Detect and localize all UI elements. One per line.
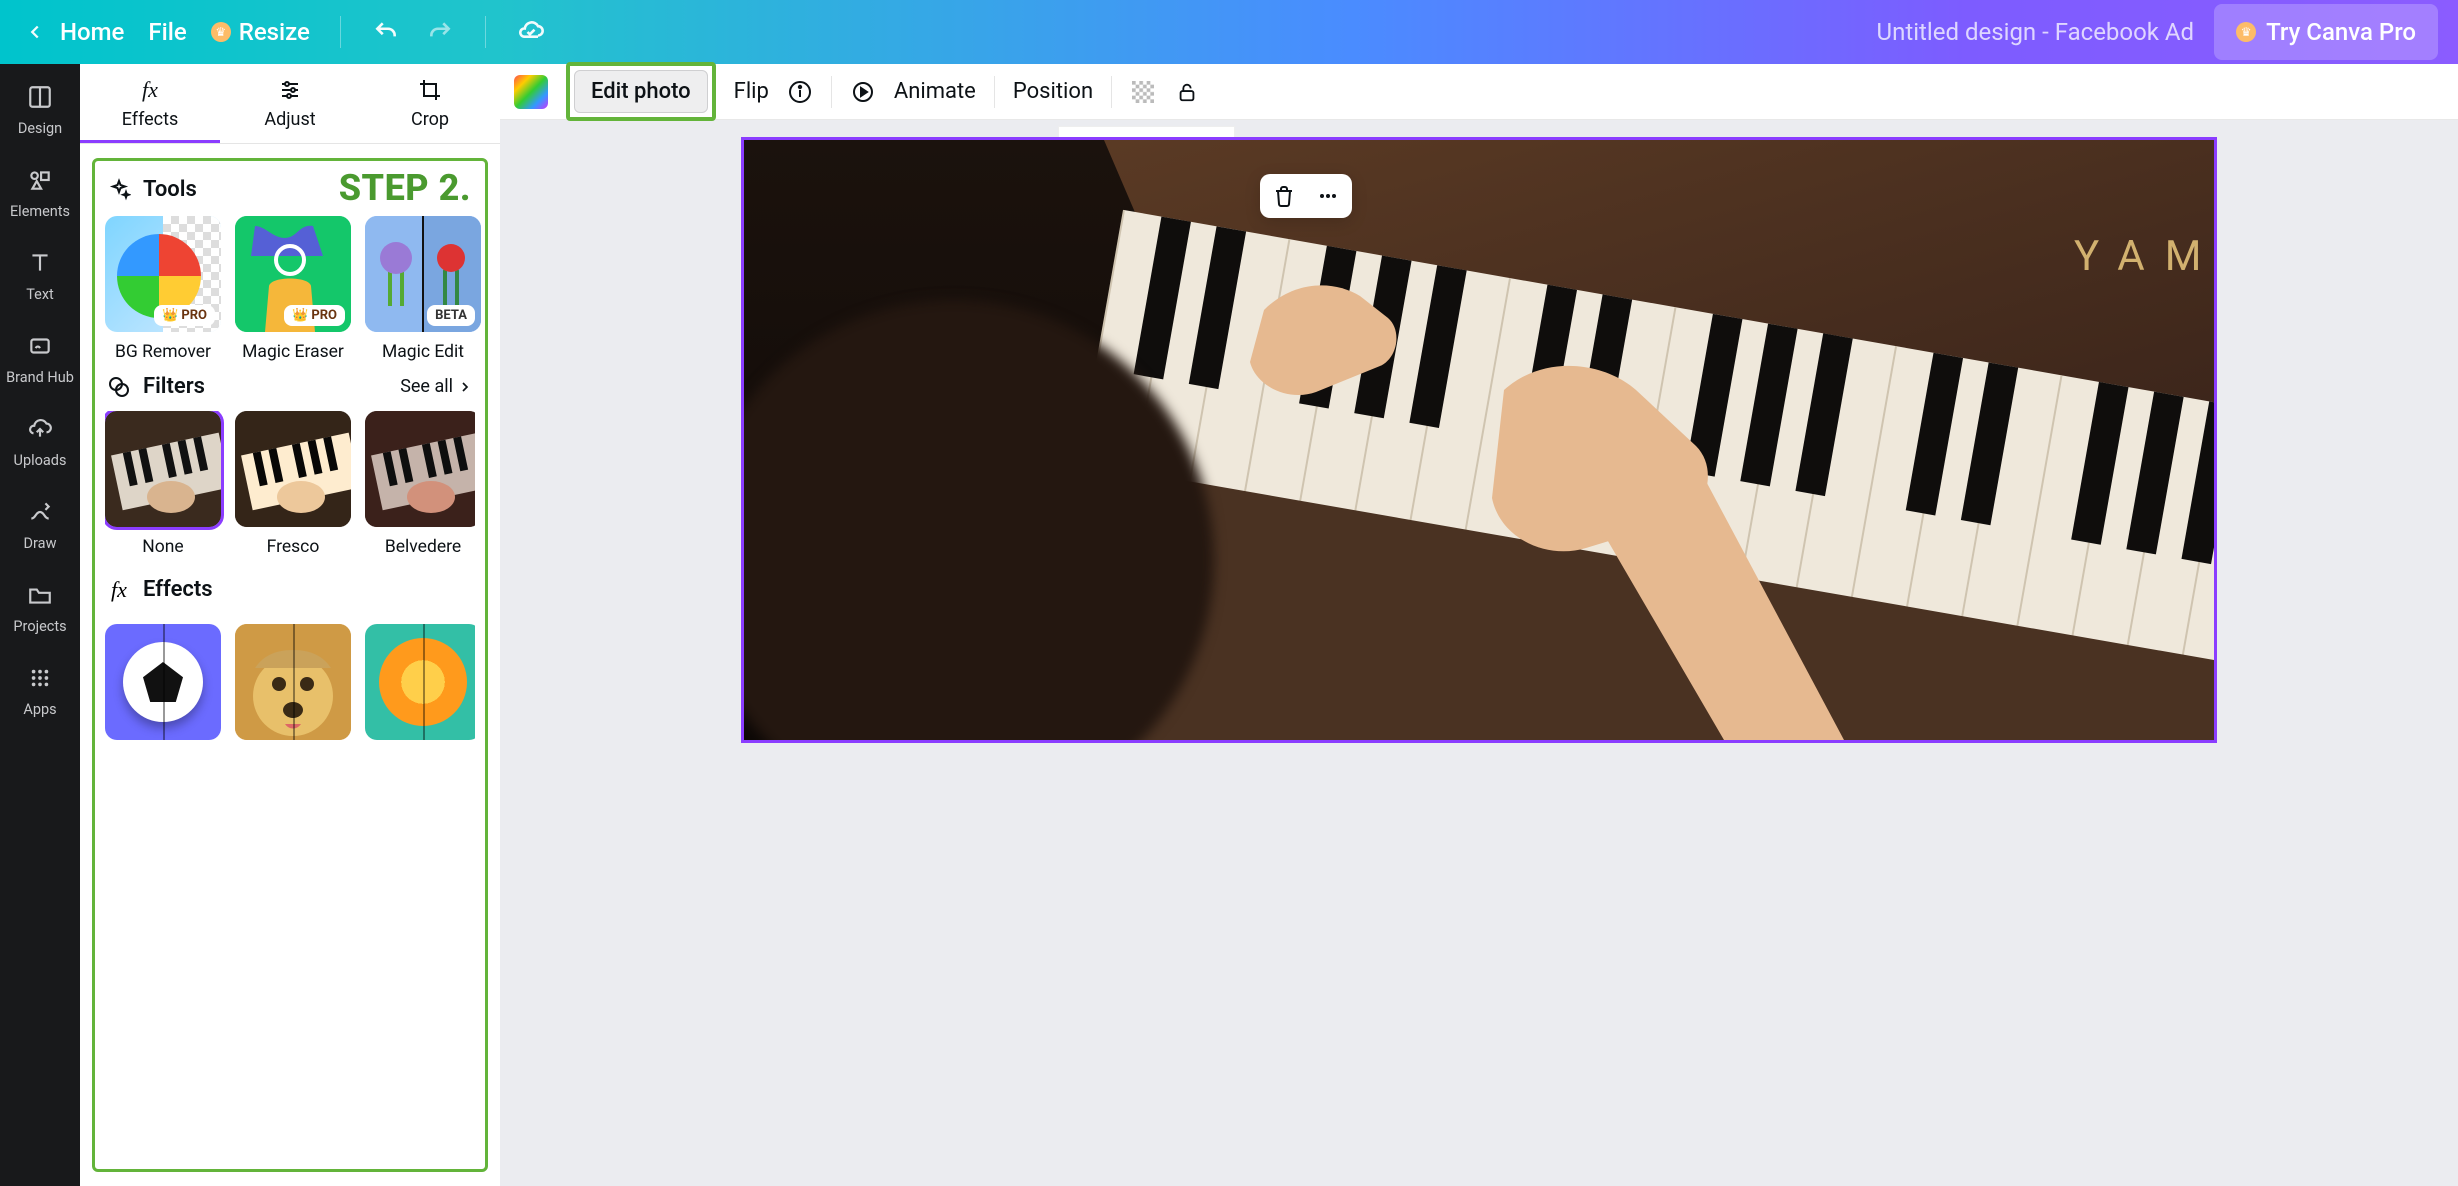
effects-panel: fx Effects Adjust Crop STEP 2. — [80, 64, 500, 1186]
top-bar: Home File ♛ Resize Untitled design - Fac… — [0, 0, 2458, 64]
separator — [994, 76, 995, 108]
rail-projects[interactable]: Projects — [13, 580, 66, 635]
filters-see-all[interactable]: See all — [400, 376, 473, 397]
photo-floating-toolbar — [1260, 174, 1352, 218]
tab-crop[interactable]: Crop — [360, 64, 500, 143]
rail-draw[interactable]: Draw — [24, 497, 57, 552]
animate-icon — [850, 79, 876, 105]
uploads-icon — [25, 414, 55, 444]
tool-bg-remover[interactable]: 👑PRO BG Remover — [105, 216, 221, 362]
chevron-left-icon — [20, 17, 50, 47]
tab-adjust[interactable]: Adjust — [220, 64, 360, 143]
nav-rail: Design Elements Text Brand Hub Uploads D… — [0, 64, 80, 1186]
document-title[interactable]: Untitled design - Facebook Ad — [1877, 18, 2195, 46]
tool-magic-eraser[interactable]: 👑PRO Magic Eraser — [235, 216, 351, 362]
file-menu[interactable]: File — [148, 18, 186, 46]
lock-button[interactable] — [1174, 79, 1200, 105]
crown-icon: ♛ — [2236, 22, 2256, 42]
crop-icon — [417, 77, 443, 103]
resize-button[interactable]: ♛ Resize — [211, 18, 310, 46]
text-icon — [25, 248, 55, 278]
more-button[interactable] — [1314, 182, 1342, 210]
filter-fresco[interactable]: Fresco — [235, 411, 351, 557]
pro-badge: 👑PRO — [284, 305, 345, 326]
fx-icon: fx — [137, 77, 163, 103]
draw-icon — [25, 497, 55, 527]
pro-badge: 👑PRO — [154, 305, 215, 326]
photo-piano[interactable]: YAMA — [744, 140, 2214, 740]
tools-title: Tools — [143, 177, 197, 202]
filter-none[interactable]: None — [105, 411, 221, 557]
effects-title: Effects — [143, 577, 213, 602]
rail-apps[interactable]: Apps — [23, 663, 56, 718]
separator — [340, 16, 341, 48]
delete-button[interactable] — [1270, 182, 1298, 210]
design-page[interactable]: YAMA — [744, 140, 2214, 740]
context-toolbar: Edit photo Flip Animate Position STEP 1. — [500, 64, 2458, 120]
apps-icon — [25, 663, 55, 693]
filters-title: Filters — [143, 374, 205, 399]
home-button[interactable]: Home — [20, 17, 124, 47]
info-icon[interactable] — [787, 79, 813, 105]
beta-badge: BETA — [427, 305, 475, 326]
elements-icon — [25, 165, 55, 195]
sliders-icon — [277, 77, 303, 103]
brand-hub-icon — [25, 331, 55, 361]
home-label: Home — [60, 18, 124, 46]
fx-icon: fx — [107, 578, 131, 602]
separator — [831, 76, 832, 108]
rail-text[interactable]: Text — [25, 248, 55, 303]
cloud-sync-icon[interactable] — [516, 17, 546, 47]
effect-blur[interactable] — [365, 624, 475, 740]
separator — [1111, 76, 1112, 108]
sparkle-icon — [107, 178, 131, 202]
separator — [485, 16, 486, 48]
step2-annotation: STEP 2. — [339, 167, 471, 209]
step1-highlight: Edit photo — [566, 62, 716, 121]
effect-shadow[interactable] — [105, 624, 221, 740]
tab-effects[interactable]: fx Effects — [80, 64, 220, 143]
transparency-button[interactable] — [1130, 79, 1156, 105]
color-picker[interactable] — [514, 75, 548, 109]
rail-elements[interactable]: Elements — [10, 165, 70, 220]
try-pro-button[interactable]: ♛ Try Canva Pro — [2214, 4, 2438, 60]
filters-icon — [107, 375, 131, 399]
position-button[interactable]: Position — [1013, 79, 1093, 104]
projects-icon — [25, 580, 55, 610]
flip-button[interactable]: Flip — [734, 79, 769, 104]
canvas-stage[interactable]: YAMA — [500, 120, 2458, 1186]
rail-uploads[interactable]: Uploads — [14, 414, 67, 469]
effect-autofocus[interactable] — [235, 624, 351, 740]
undo-button[interactable] — [371, 17, 401, 47]
crown-icon: ♛ — [211, 22, 231, 42]
rail-brand-hub[interactable]: Brand Hub — [6, 331, 74, 386]
resize-label: Resize — [239, 18, 310, 46]
tool-magic-edit[interactable]: BETA Magic Edit — [365, 216, 481, 362]
panel-tabs: fx Effects Adjust Crop — [80, 64, 500, 144]
piano-brand-text: YAMA — [2074, 232, 2214, 281]
design-icon — [25, 82, 55, 112]
edit-photo-button[interactable]: Edit photo — [574, 70, 708, 113]
filter-belvedere[interactable]: Belvedere — [365, 411, 475, 557]
redo-button[interactable] — [425, 17, 455, 47]
animate-button[interactable]: Animate — [894, 79, 976, 104]
rail-design[interactable]: Design — [18, 82, 62, 137]
step2-highlight: STEP 2. Tools 👑PRO BG Remover — [92, 158, 488, 1172]
